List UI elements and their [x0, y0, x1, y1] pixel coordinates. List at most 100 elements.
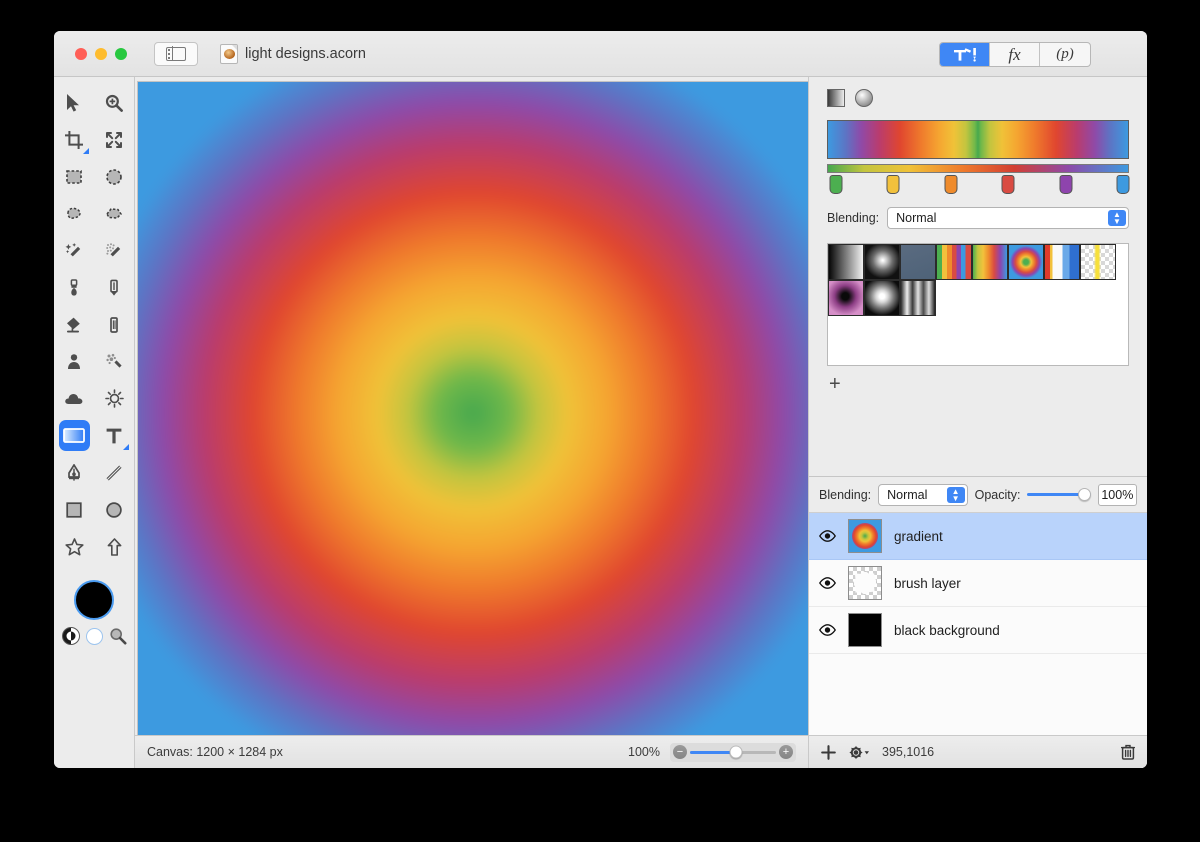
segment-palette[interactable]: (p) [1040, 43, 1090, 66]
magic-wand-tool[interactable] [59, 235, 90, 266]
eyedropper-magnifier-icon[interactable] [109, 627, 127, 645]
layer-name[interactable]: black background [894, 623, 1000, 638]
chevron-updown-icon: ▲ ▼ [946, 486, 965, 503]
zoom-slider-knob[interactable] [729, 745, 743, 759]
smudge-tool[interactable] [99, 346, 130, 377]
layer-name[interactable]: gradient [894, 529, 943, 544]
zoom-button[interactable] [115, 47, 127, 60]
preset-steel-blue-solid[interactable] [900, 244, 936, 280]
rectangular-select-tool[interactable] [59, 161, 90, 192]
zoom-slider-track[interactable] [690, 745, 776, 759]
preset-red-white-blue[interactable] [1044, 244, 1080, 280]
delete-layer-button[interactable] [1121, 744, 1135, 760]
sidebar-toggle-icon [166, 46, 186, 61]
pen-tool[interactable] [59, 457, 90, 488]
elliptical-select-tool[interactable] [99, 161, 130, 192]
add-layer-button[interactable] [821, 744, 836, 760]
dashed-rectangle-icon [66, 169, 82, 184]
eraser-tool[interactable] [99, 309, 130, 340]
layer-row-brush-layer[interactable]: brush layer [809, 560, 1147, 607]
add-gradient-preset-button[interactable]: + [829, 374, 847, 394]
zoom-out-icon[interactable]: − [673, 745, 687, 759]
preset-radial-rainbow-target[interactable] [1008, 244, 1044, 280]
gradient-blending-select[interactable]: Normal ▲ ▼ [887, 207, 1129, 229]
paint-bucket-tool[interactable] [59, 309, 90, 340]
layer-name[interactable]: brush layer [894, 576, 961, 591]
preset-rainbow-stripes-b[interactable] [972, 244, 1008, 280]
eye-icon [819, 530, 836, 542]
opacity-value-field[interactable]: 100% [1097, 483, 1137, 506]
preset-white-radial-glow[interactable] [864, 244, 900, 280]
segment-tools[interactable] [940, 43, 990, 66]
zoom-in-icon[interactable]: + [779, 745, 793, 759]
foreground-color-swatch[interactable] [74, 580, 114, 620]
gradient-preview[interactable] [827, 120, 1129, 159]
pencil-tool[interactable] [99, 272, 130, 303]
gradient-strip[interactable] [827, 164, 1129, 173]
gradient-stop-2[interactable] [944, 175, 958, 194]
sidebar-toggle-button[interactable] [154, 41, 198, 66]
move-tool[interactable] [59, 87, 90, 118]
dodge-tool[interactable] [99, 383, 130, 414]
linear-gradient-icon[interactable] [827, 89, 845, 107]
gradient-stop-5[interactable] [1116, 175, 1130, 194]
ellipse-shape-tool[interactable] [99, 494, 130, 525]
preset-white-soft-radial[interactable] [864, 280, 900, 316]
opacity-slider-knob[interactable] [1077, 488, 1091, 501]
tool-row [54, 87, 134, 118]
star-shape-tool[interactable] [59, 531, 90, 562]
arrow-shape-tool[interactable] [99, 531, 130, 562]
preset-rainbow-stripes-a[interactable] [936, 244, 972, 280]
layer-visibility-toggle[interactable] [819, 530, 836, 542]
gradient-stop-4[interactable] [1059, 175, 1073, 194]
chevron-updown-icon: ▲ ▼ [1108, 210, 1126, 226]
mode-segmented-control[interactable]: fx (p) [939, 42, 1091, 67]
tool-row [54, 457, 134, 488]
lasso-tool[interactable] [59, 198, 90, 229]
rectangle-shape-tool[interactable] [59, 494, 90, 525]
soft-magic-wand-tool[interactable] [99, 235, 130, 266]
tool-options-corner [122, 444, 129, 450]
gradient-tool[interactable] [58, 420, 90, 451]
polygon-lasso-tool[interactable] [99, 198, 130, 229]
layer-settings-button[interactable] [848, 745, 870, 760]
preset-yellow-transparent[interactable] [1080, 244, 1116, 280]
document-title-area[interactable]: light designs.acorn [220, 43, 366, 64]
sun-dodge-icon [104, 389, 124, 408]
blur-tool[interactable] [59, 383, 90, 414]
layer-row-black-background[interactable]: black background [809, 607, 1147, 654]
layers-list[interactable]: gradient brush layer black background [809, 512, 1147, 735]
image-canvas[interactable] [137, 81, 808, 735]
transform-tool[interactable] [99, 124, 130, 155]
gradient-stop-0[interactable] [829, 175, 843, 194]
brush-tool[interactable] [59, 272, 90, 303]
fountain-pen-nib-icon [68, 463, 80, 481]
zoom-tool[interactable] [99, 87, 130, 118]
opacity-slider[interactable] [1027, 488, 1091, 502]
text-tool[interactable] [99, 420, 130, 451]
close-button[interactable] [75, 47, 87, 60]
gradient-stops[interactable] [827, 175, 1130, 197]
background-color-swatch[interactable] [85, 627, 103, 645]
layer-blending-select[interactable]: Normal ▲ ▼ [878, 483, 968, 506]
gradient-stop-3[interactable] [1001, 175, 1015, 194]
layer-row-gradient[interactable]: gradient [809, 513, 1147, 560]
preset-grayscale-bands[interactable] [900, 280, 936, 316]
crop-tool[interactable] [59, 124, 90, 155]
layer-visibility-toggle[interactable] [819, 624, 836, 636]
gradient-stop-1[interactable] [886, 175, 900, 194]
minimize-button[interactable] [95, 47, 107, 60]
canvas-scroll-view[interactable] [135, 77, 808, 735]
line-tool[interactable] [99, 457, 130, 488]
gradient-presets-grid[interactable] [827, 243, 1129, 366]
layer-visibility-toggle[interactable] [819, 577, 836, 589]
preset-pink-black-radial[interactable] [828, 280, 864, 316]
segment-filters[interactable]: fx [990, 43, 1040, 66]
tool-row [54, 383, 134, 414]
zoom-slider[interactable]: − + [670, 742, 796, 762]
swap-colors-icon[interactable] [61, 627, 80, 645]
tool-options-corner [82, 148, 89, 154]
clone-stamp-tool[interactable] [59, 346, 90, 377]
radial-gradient-icon[interactable] [855, 89, 873, 107]
preset-black-white-linear[interactable] [828, 244, 864, 280]
